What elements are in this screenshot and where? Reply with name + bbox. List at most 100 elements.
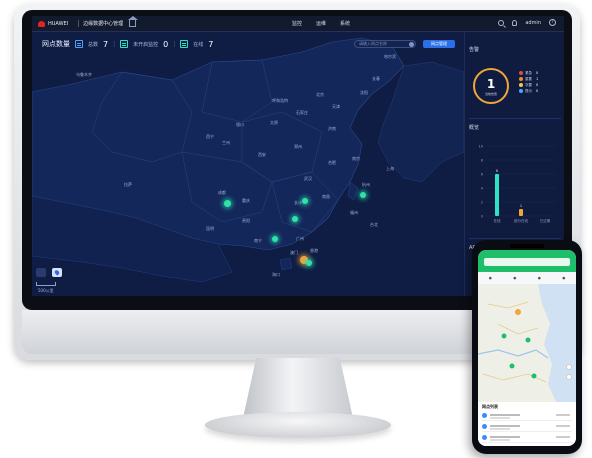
bar-1[interactable] [519, 209, 523, 216]
city-label: 呼和浩特 [272, 98, 288, 103]
city-label: 澳门 [290, 250, 298, 255]
list-item[interactable] [482, 411, 572, 421]
phone-site-list: 网点列表 [478, 402, 576, 446]
help-icon[interactable]: ? [549, 19, 556, 26]
map-zoom-control[interactable] [36, 268, 46, 277]
dot-icon [519, 77, 523, 81]
site-icon [482, 413, 487, 418]
brand-name: HUAWEI [48, 20, 69, 27]
city-label: 合肥 [328, 160, 336, 165]
phone-map-locate-button[interactable] [566, 374, 572, 380]
site-icon [482, 424, 487, 429]
monitor-stand-base [205, 412, 391, 438]
phone-frame: ● ● ● ● 网点列表 [472, 240, 582, 454]
x-category-label: 已过期 [540, 218, 551, 223]
nav-item-system[interactable]: 系统 [340, 20, 350, 27]
map-scale-label: 500公里 [38, 288, 54, 293]
top-right-tools: admin ? [498, 19, 556, 26]
city-label: 杭州 [362, 182, 370, 187]
bar-0[interactable] [495, 174, 499, 216]
site-marker[interactable] [302, 198, 308, 204]
stat-total-value: 7 [103, 39, 109, 49]
alarm-title: 告警 [469, 47, 480, 53]
city-label: 太原 [270, 120, 278, 125]
site-marker[interactable] [224, 200, 231, 207]
site-icon [482, 435, 487, 440]
site-manage-button[interactable]: 网点管理 [423, 40, 455, 48]
stat-unmonitored-label: 未开启监控 [133, 41, 159, 48]
search-icon[interactable] [498, 19, 505, 26]
city-label: 武汉 [304, 176, 312, 181]
site-marker[interactable] [360, 192, 366, 198]
phone-map-layer-button[interactable] [566, 364, 572, 370]
city-label: 昆明 [206, 226, 214, 231]
phone-tab[interactable]: ● [562, 276, 565, 280]
city-label: 拉萨 [124, 182, 132, 187]
site-marker[interactable] [272, 236, 278, 242]
phone-search-input[interactable] [484, 258, 570, 266]
city-label: 石家庄 [296, 110, 308, 115]
phone-header [478, 250, 576, 272]
nav-item-monitor[interactable]: 监控 [292, 20, 302, 27]
site-stats: 网点数量 总数 7 | 未开启监控 0 | 在线 7 [42, 39, 214, 49]
city-label: 济南 [328, 126, 336, 131]
city-label: 重庆 [242, 198, 250, 203]
stat-total-label: 总数 [88, 41, 99, 48]
list-item[interactable] [482, 422, 572, 432]
phone-screen: ● ● ● ● 网点列表 [478, 250, 576, 446]
user-name[interactable]: admin [525, 20, 541, 26]
phone-tab[interactable]: ● [538, 276, 541, 280]
home-icon[interactable] [128, 16, 139, 27]
nav-item-ops[interactable]: 运维 [316, 20, 326, 27]
site-search-input[interactable]: 请输入网点名称 [354, 40, 416, 48]
city-label: 沈阳 [360, 90, 368, 95]
dot-icon [519, 83, 523, 87]
y-tick-label: 8 [481, 159, 483, 163]
city-label: 乌鲁木齐 [76, 72, 92, 77]
alarm-total: 1 [486, 77, 496, 91]
city-label: 台北 [370, 222, 378, 227]
city-label: 长沙 [294, 200, 302, 205]
alarm-summary-ring[interactable]: 1 当前告警 [473, 68, 509, 104]
list-item[interactable] [482, 433, 572, 443]
phone-tab[interactable]: ● [513, 276, 516, 280]
map-locate-button[interactable] [52, 268, 62, 277]
search-placeholder: 请输入网点名称 [359, 41, 387, 46]
dot-icon [519, 71, 523, 75]
device-icon [120, 40, 129, 48]
china-map[interactable]: 网点数量 总数 7 | 未开启监控 0 | 在线 7 请输入网点名称 网点管理 … [32, 32, 464, 296]
stat-unmonitored-value: 0 [163, 39, 169, 49]
x-category-label: 在线 [494, 218, 502, 223]
user-icon[interactable] [512, 19, 518, 26]
phone-tabs: ● ● ● ● [478, 272, 576, 284]
site-marker[interactable] [306, 260, 312, 266]
site-status-bar-chart: 10 8 6 4 2 0 6 在线 1 部分在线 已过期 [479, 145, 557, 223]
divider [469, 238, 561, 239]
search-icon[interactable] [409, 42, 414, 47]
city-label: 南京 [352, 156, 360, 161]
status-title: 概览 [469, 125, 480, 131]
y-tick-label: 2 [481, 201, 483, 205]
y-tick-label: 0 [481, 215, 483, 219]
bar-value-label: 6 [496, 169, 498, 173]
city-label: 福州 [350, 210, 358, 215]
city-label: 长春 [372, 76, 380, 81]
marketing-composite: HUAWEI 边缘数据中心管理 监控 运维 系统 admin ? 网点数量 总数… [0, 0, 592, 458]
city-label: 上海 [386, 166, 394, 171]
city-label: 香港 [310, 248, 318, 253]
system-title: 边缘数据中心管理 [83, 21, 124, 27]
map-land [32, 37, 464, 283]
monitor-stand [243, 358, 353, 418]
x-category-label: 部分在线 [514, 218, 528, 223]
city-label: 贵阳 [242, 218, 250, 223]
city-label: 南宁 [254, 238, 262, 243]
site-marker[interactable] [292, 216, 298, 222]
main-nav: 监控 运维 系统 [292, 20, 350, 27]
device-icon [180, 40, 189, 48]
city-label: 成都 [218, 190, 226, 195]
top-bar: HUAWEI 边缘数据中心管理 监控 运维 系统 admin ? [32, 16, 564, 32]
city-label: 西宁 [206, 134, 214, 139]
phone-tab[interactable]: ● [489, 276, 492, 280]
phone-map[interactable] [478, 284, 576, 402]
y-tick-label: 6 [481, 173, 483, 177]
